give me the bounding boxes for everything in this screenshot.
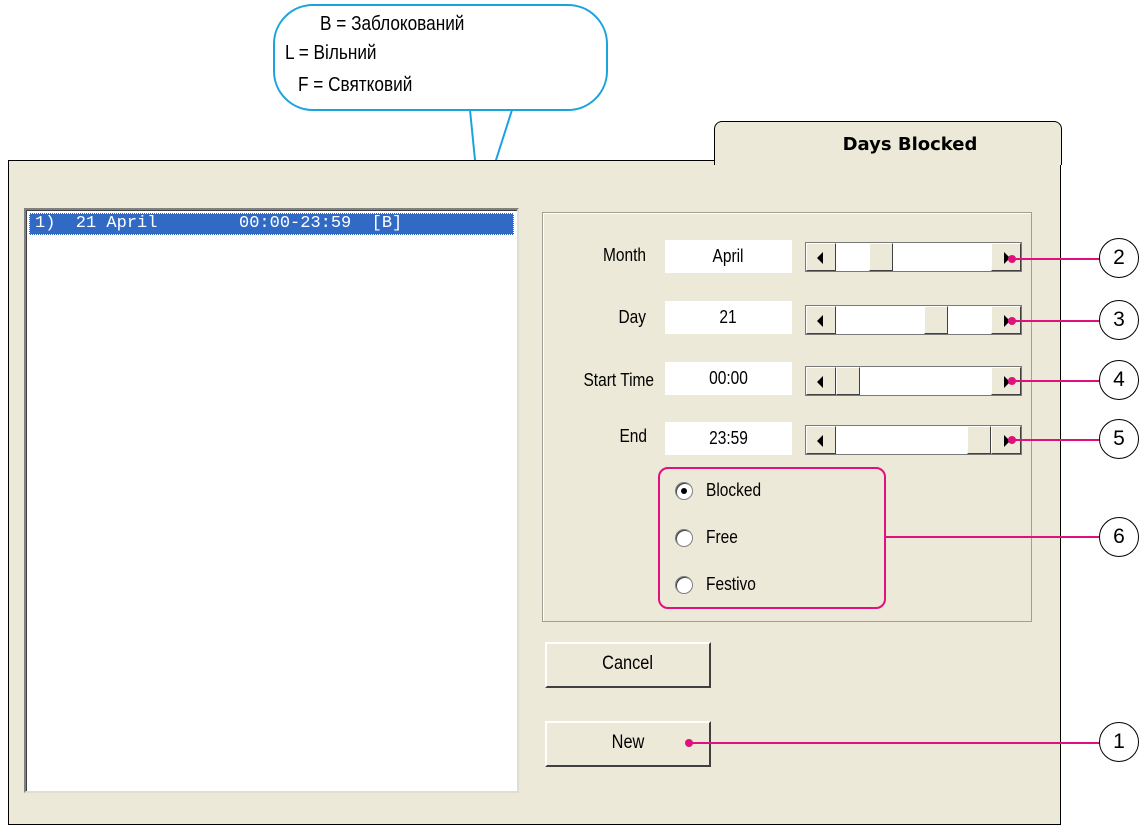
start-time-scroll-thumb[interactable]: [836, 367, 860, 395]
blocked-days-list[interactable]: 1) 21 April 00:00-23:59 [B]: [24, 208, 519, 793]
leader-line-radio-group: [886, 536, 1100, 538]
arrow-left-icon: [817, 252, 823, 264]
callout-radio-group: 6: [1099, 517, 1139, 557]
radio-festivo[interactable]: [675, 576, 693, 594]
legend-bubble: B = Заблокований L = Вільний F = Святков…: [273, 4, 608, 111]
arrow-left-icon: [817, 435, 823, 447]
leader-line-start-time: [1012, 380, 1100, 382]
leader-line-month: [1012, 258, 1100, 260]
callout-month: 2: [1099, 238, 1139, 278]
radio-blocked[interactable]: [675, 482, 693, 500]
end-time-scrollbar[interactable]: [805, 425, 1022, 455]
radio-free[interactable]: [675, 529, 693, 547]
start-time-scrollbar[interactable]: [805, 366, 1022, 396]
legend-line-festive: F = Святковий: [298, 74, 413, 96]
end-time-scroll-thumb[interactable]: [967, 426, 991, 454]
month-label: Month: [602, 245, 646, 265]
leader-line-day: [1012, 320, 1100, 322]
end-time-label: End: [619, 426, 647, 446]
tab-joint: [715, 159, 1061, 162]
legend-line-blocked: B = Заблокований: [320, 13, 465, 35]
day-scrollbar[interactable]: [805, 305, 1022, 335]
start-time-scroll-left-button[interactable]: [806, 367, 836, 395]
end-time-field[interactable]: 23:59: [665, 422, 792, 455]
cancel-button[interactable]: Cancel: [545, 642, 711, 688]
month-scroll-right-button[interactable]: [991, 243, 1021, 271]
callout-end-time: 5: [1099, 419, 1139, 459]
day-scroll-left-button[interactable]: [806, 306, 836, 334]
day-label: Day: [618, 307, 646, 327]
callout-start-time: 4: [1099, 360, 1139, 400]
arrow-left-icon: [817, 376, 823, 388]
radio-selected-dot: [681, 488, 687, 494]
month-field[interactable]: April: [665, 240, 792, 273]
month-scroll-left-button[interactable]: [806, 243, 836, 271]
radio-free-label[interactable]: Free: [706, 527, 738, 548]
day-field[interactable]: 21: [665, 301, 792, 334]
tab-title: Days Blocked: [842, 134, 978, 155]
end-time-scroll-left-button[interactable]: [806, 426, 836, 454]
start-time-field[interactable]: 00:00: [665, 362, 792, 395]
day-scroll-thumb[interactable]: [923, 306, 948, 334]
callout-day: 3: [1099, 300, 1139, 340]
radio-blocked-label[interactable]: Blocked: [706, 480, 761, 501]
callout-new: 1: [1099, 722, 1139, 762]
list-item[interactable]: 1) 21 April 00:00-23:59 [B]: [29, 213, 514, 235]
radio-festivo-label[interactable]: Festivo: [706, 574, 756, 595]
month-scroll-thumb[interactable]: [868, 243, 893, 271]
legend-line-free: L = Вільний: [285, 42, 377, 64]
leader-line-new: [689, 742, 1100, 744]
leader-line-end-time: [1012, 439, 1100, 441]
start-time-label: Start Time: [583, 370, 654, 390]
month-scrollbar[interactable]: [805, 242, 1022, 272]
arrow-left-icon: [817, 315, 823, 327]
